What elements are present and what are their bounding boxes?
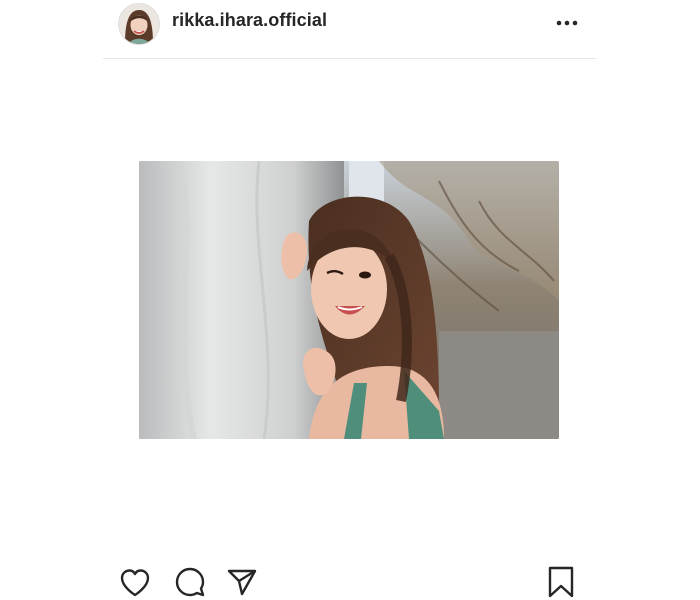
- post-photo[interactable]: [139, 161, 559, 439]
- post-header: rikka.ihara.official: [103, 0, 596, 59]
- share-button[interactable]: [224, 564, 260, 600]
- instagram-post: rikka.ihara.official: [0, 0, 700, 600]
- comment-button[interactable]: [172, 564, 208, 600]
- comment-bubble-icon: [175, 567, 205, 597]
- more-options-button[interactable]: [555, 12, 579, 34]
- bookmark-icon: [548, 566, 574, 598]
- heart-icon: [120, 568, 150, 596]
- save-button[interactable]: [543, 564, 579, 600]
- post-action-bar: [103, 562, 596, 600]
- avatar-portrait: [119, 4, 159, 44]
- paper-plane-icon: [227, 569, 257, 596]
- username[interactable]: rikka.ihara.official: [172, 10, 327, 31]
- profile-avatar[interactable]: [118, 3, 160, 45]
- more-options-icon: [556, 20, 578, 26]
- like-button[interactable]: [117, 564, 153, 600]
- photo-illustration: [139, 161, 559, 439]
